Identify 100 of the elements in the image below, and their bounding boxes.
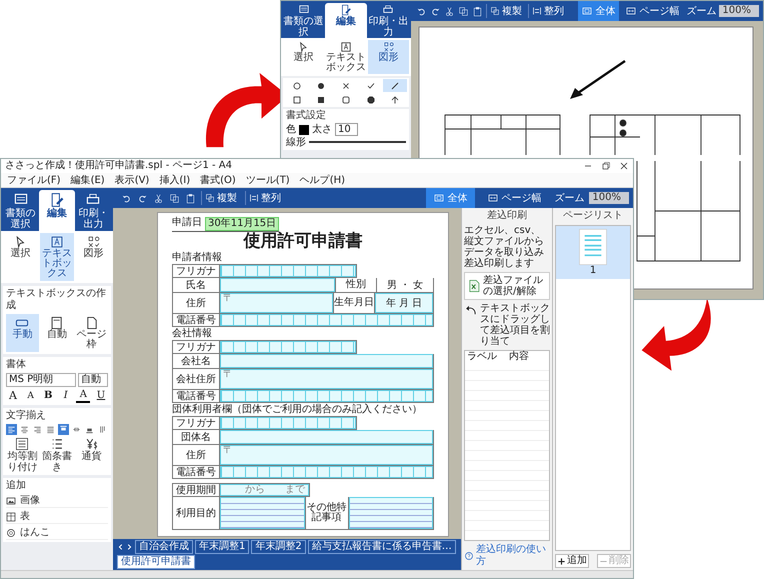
help-link[interactable]: 差込印刷の使い方: [464, 544, 550, 568]
input-field[interactable]: [220, 341, 356, 353]
sheet-tab[interactable]: 給与支払報告書に係る申告書…: [308, 540, 456, 554]
menu-item[interactable]: 書式(O): [200, 174, 236, 186]
zoom-dropdown[interactable]: 100%: [719, 5, 759, 17]
align-button[interactable]: [45, 424, 56, 435]
filled-square-icon: [316, 94, 326, 104]
menu-item[interactable]: 編集(E): [70, 174, 105, 186]
print-icon: [382, 4, 394, 16]
ribbon-tab[interactable]: 編集: [39, 190, 75, 231]
hint-text: テキストボックスにドラッグして差込項目を割り当て: [480, 303, 550, 347]
tool-button[interactable]: 図形: [76, 233, 112, 281]
add-item[interactable]: はんこ: [6, 526, 108, 540]
ribbon-tab[interactable]: 書類の選択: [283, 3, 324, 38]
help-icon: [464, 551, 474, 561]
font-style-button[interactable]: U: [94, 389, 108, 403]
font-style-button[interactable]: B: [41, 389, 56, 403]
input-field[interactable]: [220, 265, 356, 277]
toolbar-button[interactable]: 複製: [201, 191, 240, 205]
date-field[interactable]: 30年11月15日: [205, 217, 280, 231]
toolbar-button[interactable]: 複製: [486, 4, 525, 18]
stamp-icon: [6, 528, 16, 538]
tool-button[interactable]: テキストボックス: [326, 40, 366, 74]
ribbon-tab[interactable]: 印刷・出力: [76, 190, 111, 231]
input-field[interactable]: 〒: [220, 445, 433, 465]
sheet-tab[interactable]: 使用許可申請書: [117, 555, 195, 569]
input-field[interactable]: [220, 354, 433, 368]
textbox-icon: [50, 235, 64, 249]
sheet-nav-icon[interactable]: [117, 543, 133, 551]
add-item[interactable]: 画像: [6, 494, 108, 508]
menu-item[interactable]: ファイル(F): [7, 174, 61, 186]
copy-icon[interactable]: [169, 192, 180, 204]
add-page-button[interactable]: 追加: [555, 554, 589, 568]
font-style-button[interactable]: A: [24, 389, 38, 403]
paste-icon[interactable]: [472, 6, 483, 16]
ribbon-tab[interactable]: 編集: [325, 3, 367, 38]
close-icon[interactable]: [619, 161, 629, 171]
sheet-tab[interactable]: 自治会作成: [135, 540, 193, 554]
align-button[interactable]: [58, 424, 69, 435]
cut-icon[interactable]: [153, 192, 164, 204]
font-style-button[interactable]: A: [76, 389, 90, 403]
select-icon: [297, 41, 310, 53]
input-field[interactable]: [348, 497, 433, 529]
menu-item[interactable]: 表示(V): [114, 174, 150, 186]
input-field[interactable]: [220, 497, 304, 529]
add-item[interactable]: 表: [6, 510, 108, 524]
option-button[interactable]: ページ枠: [75, 314, 108, 352]
input-field[interactable]: 〒: [220, 293, 333, 313]
toolbar-button[interactable]: 整列: [528, 4, 567, 18]
input-field[interactable]: [220, 314, 433, 326]
option-button[interactable]: 手動: [6, 314, 39, 352]
shape-button[interactable]: [383, 79, 407, 92]
view-button[interactable]: 全体: [426, 188, 476, 208]
weight-dropdown[interactable]: 10: [335, 123, 358, 136]
input-field[interactable]: [220, 417, 356, 429]
sheet-tab[interactable]: 年末調整2: [251, 540, 306, 554]
size-dropdown[interactable]: 自動: [78, 373, 108, 387]
text-tool-button[interactable]: 均等割り付け: [6, 437, 39, 473]
text-tool-button[interactable]: 通貨: [75, 437, 108, 473]
font-style-button[interactable]: A: [6, 389, 20, 403]
sheet-tab[interactable]: 年末調整1: [195, 540, 250, 554]
paste-icon[interactable]: [185, 192, 196, 204]
zoom-dropdown[interactable]: 100%: [589, 192, 629, 204]
view-button[interactable]: ページ幅: [480, 188, 550, 208]
tool-button[interactable]: 図形: [368, 40, 410, 74]
zoom-label: ズーム: [686, 5, 716, 18]
input-field[interactable]: [220, 390, 433, 402]
form-value: 男 ・ 女: [386, 279, 424, 292]
edit-icon: [48, 192, 65, 208]
align-button[interactable]: [6, 424, 17, 435]
column-header: 内容: [507, 351, 549, 363]
file-select-button[interactable]: 差込ファイルの選択/解除: [464, 272, 550, 300]
menu-item[interactable]: 挿入(I): [159, 174, 190, 186]
cut-icon[interactable]: [444, 6, 455, 16]
input-field[interactable]: [220, 466, 433, 478]
page-list-item[interactable]: 1: [556, 226, 630, 279]
toolbar-button[interactable]: 整列: [245, 191, 284, 205]
align-button[interactable]: [32, 424, 43, 435]
ribbon-tab[interactable]: 印刷・出力: [368, 3, 409, 38]
font-style-button[interactable]: I: [58, 389, 73, 403]
form-label: 性別: [335, 278, 377, 292]
view-button[interactable]: 全体: [578, 1, 620, 21]
color-swatch[interactable]: [299, 124, 309, 134]
input-field[interactable]: [220, 278, 335, 292]
font-dropdown[interactable]: MS P明朝: [6, 373, 76, 387]
align-button[interactable]: [19, 424, 30, 435]
ribbon-tab[interactable]: 書類の選択: [3, 190, 38, 231]
menu-item[interactable]: ツール(T): [246, 174, 290, 186]
input-field[interactable]: [220, 430, 433, 444]
tool-button[interactable]: テキストボックス: [40, 233, 74, 281]
input-field[interactable]: 〒: [220, 369, 433, 389]
text-tool-button[interactable]: 箇条書き: [40, 437, 74, 473]
align-justify-icon: [46, 425, 55, 434]
menu-item[interactable]: ヘルプ(H): [300, 174, 346, 186]
view-button[interactable]: ページ幅: [622, 1, 684, 21]
option-button[interactable]: 自動: [40, 314, 74, 352]
tool-button[interactable]: 選択: [3, 233, 38, 281]
restore-icon[interactable]: [601, 161, 611, 171]
copy-icon[interactable]: [458, 6, 469, 16]
tool-button[interactable]: 選択: [283, 40, 324, 74]
